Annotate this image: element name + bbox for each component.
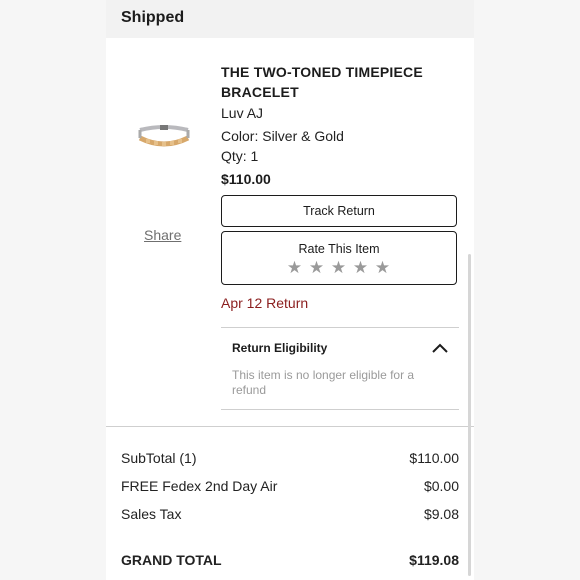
rate-item-label: Rate This Item [298, 242, 380, 256]
status-title: Shipped [121, 9, 185, 26]
tax-value: $9.08 [423, 506, 459, 522]
subtotal-value: $110.00 [409, 450, 459, 466]
status-header: Shipped [106, 0, 474, 38]
divider [221, 327, 459, 328]
product-qty: Qty: 1 [221, 148, 259, 164]
product-image[interactable] [136, 116, 192, 156]
share-link[interactable]: Share [144, 227, 181, 243]
chevron-up-icon[interactable] [430, 341, 450, 355]
scrollbar[interactable] [468, 254, 471, 576]
product-color: Color: Silver & Gold [221, 128, 344, 144]
divider [221, 409, 459, 410]
grand-total-value: $119.08 [409, 552, 459, 568]
star-icon[interactable]: ★ [287, 258, 303, 277]
return-eligibility-title[interactable]: Return Eligibility [232, 341, 327, 355]
shipping-value: $0.00 [423, 478, 459, 494]
divider [106, 426, 474, 427]
grand-total-label: GRAND TOTAL [121, 552, 222, 568]
product-details: THE TWO-TONED TIMEPIECE BRACELET Luv AJ … [221, 62, 461, 189]
product-price: $110.00 [221, 171, 271, 187]
bracelet-icon [138, 125, 190, 147]
return-eligibility-text: This item is no longer eligible for a re… [232, 368, 415, 397]
rate-item-button[interactable]: Rate This Item ★ ★ ★ ★ ★ [221, 231, 457, 285]
star-icon[interactable]: ★ [309, 258, 325, 277]
star-icon[interactable]: ★ [353, 258, 369, 277]
subtotal-label: SubTotal (1) [121, 450, 197, 466]
product-title[interactable]: THE TWO-TONED TIMEPIECE BRACELET [221, 62, 461, 102]
order-item-panel: Shipped Share THE TWO-TONED TIMEPIECE BR… [106, 0, 474, 580]
return-date: Apr 12 Return [221, 295, 309, 311]
track-return-button[interactable]: Track Return [221, 195, 457, 227]
star-icon[interactable]: ★ [375, 258, 391, 277]
star-icon[interactable]: ★ [331, 258, 347, 277]
star-rating[interactable]: ★ ★ ★ ★ ★ [222, 259, 456, 277]
product-brand: Luv AJ [221, 105, 264, 121]
shipping-label: FREE Fedex 2nd Day Air [121, 478, 278, 494]
tax-label: Sales Tax [121, 506, 182, 522]
